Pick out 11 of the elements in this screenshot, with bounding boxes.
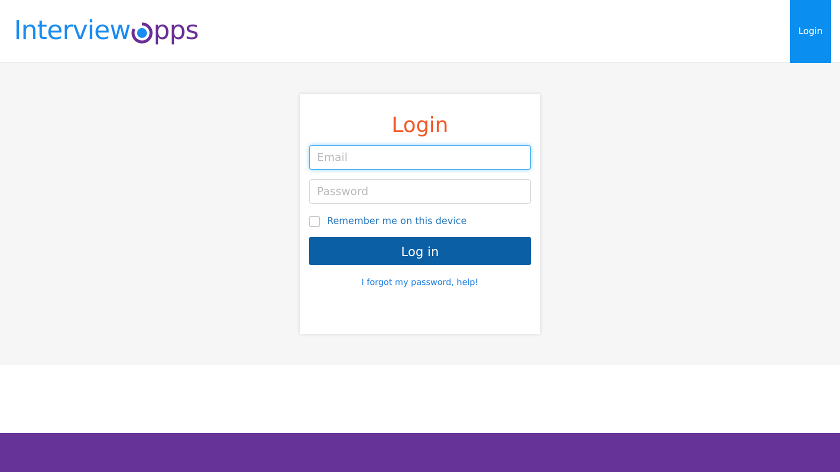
login-button[interactable]: Login	[790, 0, 831, 63]
remember-label[interactable]: Remember me on this device	[327, 216, 467, 227]
logo-text: pps	[153, 16, 198, 46]
email-field[interactable]: Email	[309, 145, 531, 170]
login-title: Login	[390, 112, 450, 139]
password-field[interactable]: Password	[309, 179, 531, 204]
logo-text: Interview	[14, 16, 130, 46]
forgot-password-link[interactable]: I forgot my password, help!	[362, 278, 478, 288]
remember-checkbox[interactable]	[309, 216, 320, 227]
login-submit-button[interactable]: Log in	[309, 237, 531, 265]
logo-ring-icon	[131, 22, 154, 44]
